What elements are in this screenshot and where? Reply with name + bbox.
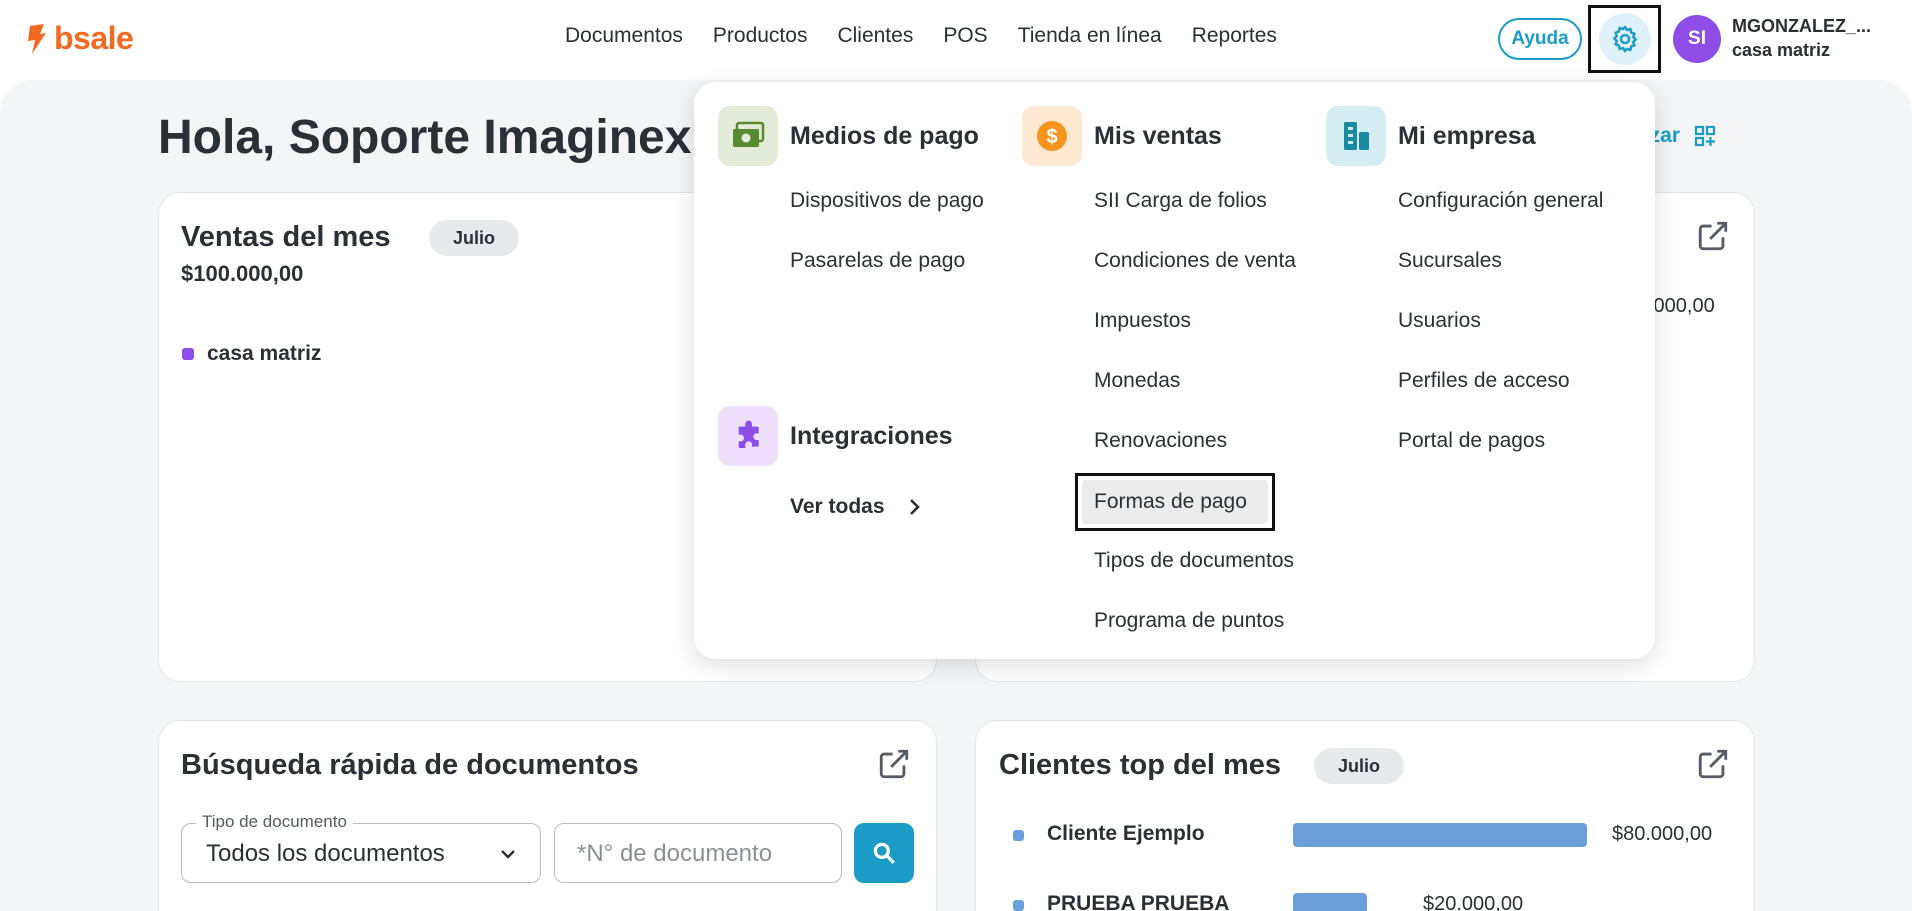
client-name: PRUEBA PRUEBA [1047, 892, 1230, 911]
menu-item-tipos-de-documentos[interactable]: Tipos de documentos [1094, 549, 1294, 573]
summary-amount: .000,00 [1648, 295, 1715, 317]
quick-search-title: Búsqueda rápida de documentos [181, 749, 639, 781]
menu-item-pasarelas-de-pago[interactable]: Pasarelas de pago [790, 249, 965, 273]
menu-item-usuarios[interactable]: Usuarios [1398, 309, 1481, 333]
client-name: Cliente Ejemplo [1047, 822, 1205, 845]
help-button[interactable]: Ayuda [1498, 18, 1582, 60]
settings-button[interactable] [1588, 5, 1661, 73]
document-number-input[interactable]: *N° de documento [554, 823, 842, 883]
menu-item-sucursales[interactable]: Sucursales [1398, 249, 1502, 273]
ver-todas-link[interactable]: Ver todas [790, 495, 923, 519]
menu-item-sii-carga-de-folios[interactable]: SII Carga de folios [1094, 189, 1267, 213]
gear-icon [1612, 25, 1637, 53]
menu-item-perfiles-de-acceso[interactable]: Perfiles de acceso [1398, 369, 1570, 393]
nav-productos[interactable]: Productos [713, 24, 808, 48]
main-nav: Documentos Productos Clientes POS Tienda… [565, 24, 1277, 48]
nav-tienda-en-linea[interactable]: Tienda en línea [1018, 24, 1162, 48]
mis-ventas-icon-box: $ [1022, 106, 1082, 166]
mi-empresa-icon-box [1326, 106, 1386, 166]
document-type-value: Todos los documentos [206, 840, 445, 867]
avatar[interactable]: SI [1673, 15, 1721, 63]
money-icon [733, 121, 765, 147]
chevron-right-icon [909, 499, 920, 515]
top-header: bsale Documentos Productos Clientes POS … [0, 0, 1912, 80]
nav-clientes[interactable]: Clientes [837, 24, 913, 48]
client-bar [1293, 823, 1587, 847]
page-title: Hola, Soporte Imaginex [158, 111, 692, 164]
sales-card-title: Ventas del mes [181, 221, 391, 253]
sales-amount: $100.000,00 [181, 261, 304, 286]
chevron-down-icon [501, 850, 515, 859]
legend-label: casa matriz [207, 342, 322, 365]
document-number-placeholder: *N° de documento [577, 840, 773, 867]
document-type-legend: Tipo de documento [196, 812, 353, 832]
menu-item-programa-de-puntos[interactable]: Programa de puntos [1094, 609, 1284, 633]
menu-item-portal-de-pagos[interactable]: Portal de pagos [1398, 429, 1545, 453]
open-external-icon[interactable] [1696, 747, 1730, 781]
legend-dot [182, 348, 194, 360]
bsale-logo[interactable]: bsale [26, 20, 134, 57]
settings-menu: Medios de pago Dispositivos de pago Pasa… [694, 82, 1655, 659]
integraciones-icon-box [718, 406, 778, 466]
user-branch[interactable]: casa matriz [1732, 40, 1830, 61]
grid-add-icon [1694, 125, 1716, 147]
open-external-icon[interactable] [877, 747, 911, 781]
ver-todas-label: Ver todas [790, 495, 885, 518]
nav-documentos[interactable]: Documentos [565, 24, 683, 48]
top-clients-card: Clientes top del mes Julio Cliente Ejemp… [975, 720, 1755, 911]
nav-pos[interactable]: POS [943, 24, 987, 48]
medios-de-pago-icon-box [718, 106, 778, 166]
menu-item-monedas[interactable]: Monedas [1094, 369, 1180, 393]
client-amount: $80.000,00 [1612, 823, 1713, 845]
mi-empresa-heading: Mi empresa [1398, 122, 1536, 150]
dollar-coin-icon: $ [1037, 121, 1067, 151]
logo-text: bsale [54, 20, 134, 56]
month-chip[interactable]: Julio [429, 220, 520, 256]
nav-reportes[interactable]: Reportes [1192, 24, 1277, 48]
integraciones-heading: Integraciones [790, 422, 953, 450]
client-amount: $20.000,00 [1423, 893, 1524, 911]
client-dot [1013, 830, 1024, 841]
quick-search-card: Búsqueda rápida de documentos Tipo de do… [158, 720, 937, 911]
search-icon [873, 842, 895, 864]
menu-item-condiciones-de-venta[interactable]: Condiciones de venta [1094, 249, 1296, 273]
search-button[interactable] [854, 823, 914, 883]
client-bar [1293, 893, 1367, 911]
building-icon [1344, 122, 1369, 150]
top-clients-title: Clientes top del mes [999, 749, 1282, 781]
puzzle-icon [738, 420, 759, 448]
document-type-select[interactable]: Tipo de documento Todos los documentos [181, 812, 541, 883]
menu-item-impuestos[interactable]: Impuestos [1094, 309, 1191, 333]
svg-text:$: $ [1046, 126, 1057, 148]
open-external-icon[interactable] [1696, 219, 1730, 253]
formas-de-pago-label: Formas de pago [1094, 490, 1247, 513]
user-name[interactable]: MGONZALEZ_... [1732, 16, 1871, 37]
bsale-logo-icon [28, 23, 46, 54]
menu-item-configuracion-general[interactable]: Configuración general [1398, 189, 1603, 213]
settings-button-bg [1598, 13, 1651, 65]
menu-item-formas-de-pago[interactable]: Formas de pago [1075, 473, 1275, 531]
menu-item-renovaciones[interactable]: Renovaciones [1094, 429, 1227, 453]
menu-item-dispositivos-de-pago[interactable]: Dispositivos de pago [790, 189, 984, 213]
medios-de-pago-heading: Medios de pago [790, 122, 979, 150]
mis-ventas-heading: Mis ventas [1094, 122, 1222, 150]
month-chip[interactable]: Julio [1314, 748, 1405, 784]
client-dot [1013, 900, 1024, 911]
